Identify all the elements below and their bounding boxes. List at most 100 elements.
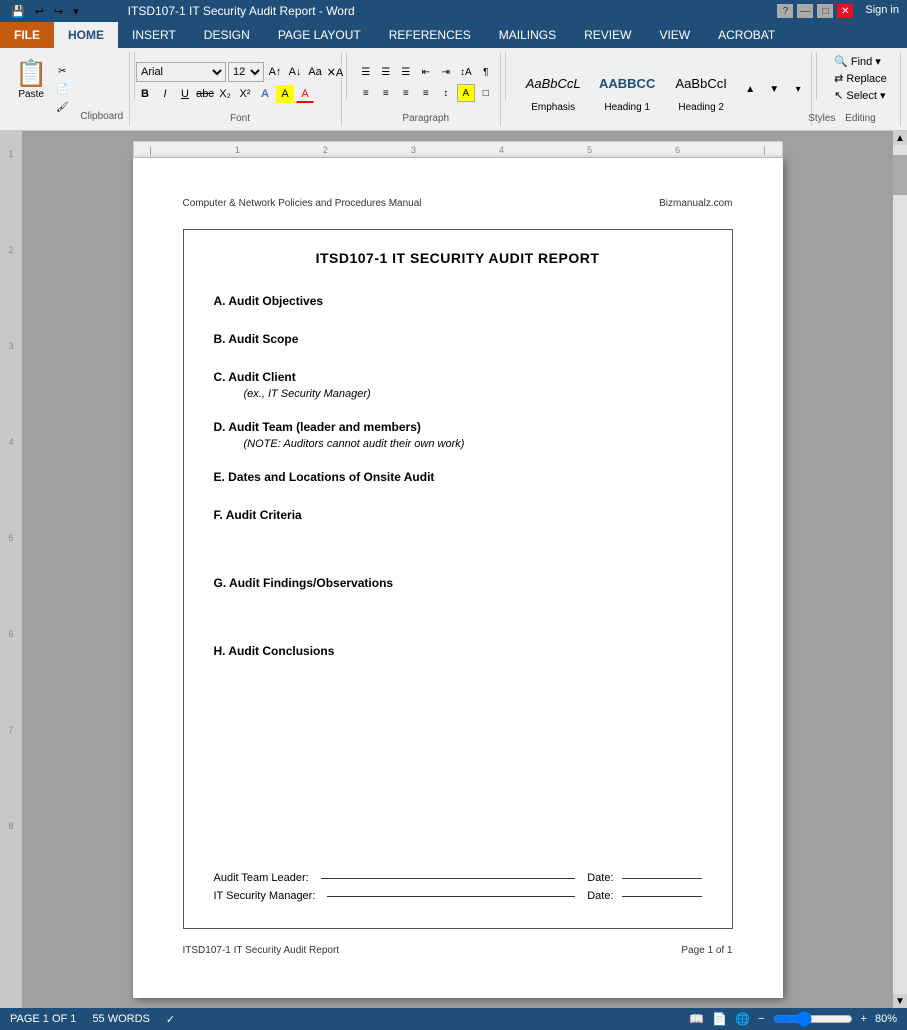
- scroll-up-btn[interactable]: ▲: [893, 131, 907, 145]
- copy-button[interactable]: 📄: [52, 81, 72, 97]
- title-bar-left: 💾 ↩ ↪ ▾ ITSD107-1 IT Security Audit Repo…: [8, 4, 355, 19]
- italic-btn[interactable]: I: [156, 85, 174, 103]
- divider-3: [505, 52, 506, 100]
- styles-scroll-down-btn[interactable]: ▼: [764, 83, 784, 95]
- restore-btn[interactable]: □: [817, 4, 833, 18]
- section-h: H. Audit Conclusions: [214, 644, 702, 662]
- select-btn[interactable]: ↖ Select ▾: [832, 88, 889, 103]
- sig-line-1-label: Audit Team Leader:: [214, 872, 309, 884]
- save-quick-btn[interactable]: 💾: [8, 4, 28, 19]
- style-heading1-label: Heading 1: [604, 102, 650, 113]
- tab-acrobat[interactable]: ACROBAT: [704, 22, 789, 48]
- undo-quick-btn[interactable]: ↩: [32, 4, 47, 19]
- numbering-btn[interactable]: ☰: [377, 63, 395, 81]
- font-size-select[interactable]: 12: [228, 62, 264, 82]
- zoom-plus[interactable]: +: [861, 1013, 867, 1025]
- subscript-btn[interactable]: X₂: [216, 85, 234, 103]
- format-painter-button[interactable]: 🖌: [52, 99, 72, 115]
- shrink-font-btn[interactable]: A↓: [286, 63, 304, 81]
- view-print-btn[interactable]: 📄: [712, 1012, 727, 1026]
- justify-btn[interactable]: ≡: [417, 84, 435, 102]
- text-highlight-btn[interactable]: A: [276, 85, 294, 103]
- section-g-heading: G. Audit Findings/Observations: [214, 576, 702, 590]
- help-btn[interactable]: ?: [777, 4, 793, 18]
- paste-label: Paste: [18, 89, 44, 100]
- underline-btn[interactable]: U: [176, 85, 194, 103]
- center-btn[interactable]: ≡: [377, 84, 395, 102]
- view-read-btn[interactable]: 📖: [689, 1012, 704, 1026]
- styles-scroll-up-btn[interactable]: ▲: [740, 83, 760, 95]
- grow-font-btn[interactable]: A↑: [266, 63, 284, 81]
- increase-indent-btn[interactable]: ⇥: [437, 63, 455, 81]
- style-emphasis[interactable]: AaBbCcL Emphasis: [518, 63, 588, 116]
- clear-format-btn[interactable]: ✕A: [326, 63, 344, 81]
- decrease-indent-btn[interactable]: ⇤: [417, 63, 435, 81]
- tab-references[interactable]: REFERENCES: [375, 22, 485, 48]
- font-color-btn[interactable]: A: [296, 85, 314, 103]
- ruler-1: 1: [0, 149, 22, 245]
- more-quick-btn[interactable]: ▾: [70, 4, 82, 19]
- bold-btn[interactable]: B: [136, 85, 154, 103]
- zoom-level[interactable]: 80%: [875, 1013, 897, 1025]
- find-btn[interactable]: 🔍 Find ▾: [832, 54, 889, 69]
- zoom-slider[interactable]: [773, 1011, 853, 1027]
- paste-button[interactable]: 📋 Paste: [14, 54, 48, 104]
- select-label: Select: [846, 90, 877, 102]
- replace-label: Replace: [846, 73, 886, 85]
- minimize-btn[interactable]: —: [797, 4, 813, 18]
- multilevel-btn[interactable]: ☰: [397, 63, 415, 81]
- cut-button[interactable]: ✂: [52, 63, 72, 79]
- view-web-btn[interactable]: 🌐: [735, 1012, 750, 1026]
- shading-btn[interactable]: A: [457, 84, 475, 102]
- scroll-down-btn[interactable]: ▼: [893, 994, 907, 1008]
- change-case-btn[interactable]: Aa: [306, 63, 324, 81]
- tab-design[interactable]: DESIGN: [190, 22, 264, 48]
- footer-left: ITSD107-1 IT Security Audit Report: [183, 945, 340, 956]
- right-scrollbar[interactable]: ▲ ▼: [893, 131, 907, 1008]
- redo-quick-btn[interactable]: ↪: [51, 4, 66, 19]
- main-area: 1 2 3 4 5 6 7 8 | 1 2 3 4 5 6 |: [0, 131, 907, 1008]
- sig-date-1-label: Date:: [587, 872, 613, 884]
- word-count: 55 WORDS: [92, 1013, 149, 1026]
- replace-btn[interactable]: ⇄ Replace: [832, 71, 889, 86]
- tab-page-layout[interactable]: PAGE LAYOUT: [264, 22, 375, 48]
- signin-link[interactable]: Sign in: [865, 4, 899, 18]
- font-family-select[interactable]: Arial: [136, 62, 226, 82]
- style-heading2[interactable]: AaBbCcI Heading 2: [666, 63, 736, 116]
- tab-mailings[interactable]: MAILINGS: [485, 22, 570, 48]
- tab-view[interactable]: VIEW: [645, 22, 704, 48]
- divider-2: [346, 52, 347, 100]
- strikethrough-btn[interactable]: abc: [196, 85, 214, 103]
- scroll-track[interactable]: [893, 145, 907, 994]
- text-effects-btn[interactable]: A: [256, 85, 274, 103]
- bullets-btn[interactable]: ☰: [357, 63, 375, 81]
- ruler-8: 8: [0, 821, 22, 917]
- replace-icon: ⇄: [834, 72, 843, 85]
- find-label: Find: [851, 56, 872, 68]
- align-right-btn[interactable]: ≡: [397, 84, 415, 102]
- sort-btn[interactable]: ↕A: [457, 63, 475, 81]
- zoom-minus[interactable]: −: [758, 1013, 764, 1025]
- style-heading1[interactable]: AABBCC Heading 1: [592, 63, 662, 116]
- styles-more-btn[interactable]: ▾: [788, 83, 808, 95]
- line-spacing-btn[interactable]: ↕: [437, 84, 455, 102]
- tab-insert[interactable]: INSERT: [118, 22, 190, 48]
- superscript-btn[interactable]: X²: [236, 85, 254, 103]
- date-blank-2: [622, 896, 702, 897]
- document-content-area[interactable]: | 1 2 3 4 5 6 | Computer & Network Polic…: [22, 131, 893, 1008]
- borders-btn[interactable]: □: [477, 84, 495, 102]
- style-heading2-label: Heading 2: [678, 102, 724, 113]
- tab-review[interactable]: REVIEW: [570, 22, 645, 48]
- tab-file[interactable]: FILE: [0, 22, 54, 48]
- tab-home[interactable]: HOME: [54, 22, 118, 48]
- section-d-note: (NOTE: Auditors cannot audit their own w…: [244, 438, 702, 450]
- close-btn[interactable]: ✕: [837, 4, 853, 18]
- proofing-icon[interactable]: ✓: [166, 1013, 175, 1026]
- sig-blank-1: [321, 878, 576, 879]
- sig-line-2: IT Security Manager: Date:: [214, 890, 702, 902]
- find-icon: 🔍: [834, 55, 848, 68]
- align-left-btn[interactable]: ≡: [357, 84, 375, 102]
- style-heading2-preview: AaBbCcI: [676, 66, 727, 102]
- show-marks-btn[interactable]: ¶: [477, 63, 495, 81]
- scroll-thumb[interactable]: [893, 155, 907, 195]
